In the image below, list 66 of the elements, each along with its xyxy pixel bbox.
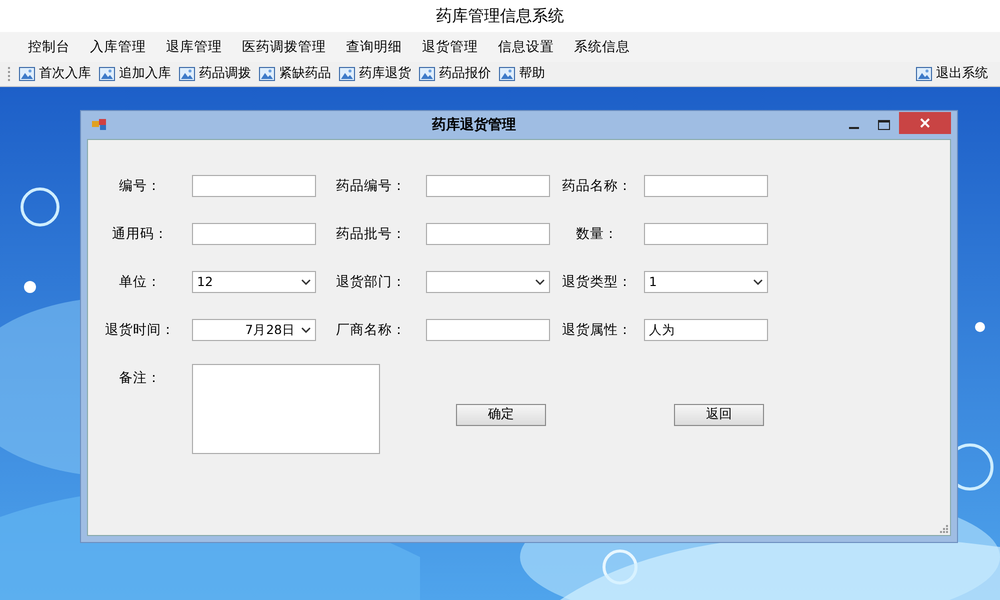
toolbar-button[interactable]: 药库退货 [335,64,415,84]
image-icon [179,67,195,81]
date-picker[interactable]: 7月28日 [192,319,316,341]
toolbar-button[interactable]: 药品调拨 [175,64,255,84]
image-icon [259,67,275,81]
field-label: 厂商名称： [335,320,407,340]
toolbar-button[interactable]: 帮助 [495,64,549,84]
caret-icon [301,279,311,285]
dialog-button[interactable]: 确定 [456,404,546,426]
menu-item[interactable]: 退库管理 [156,32,232,62]
field-label: 药品名称： [561,176,633,196]
field-label: 退货类型： [561,272,633,292]
caret-icon [753,279,763,285]
remarks-field[interactable] [192,364,380,454]
image-icon [419,67,435,81]
input-field[interactable] [644,175,768,197]
menu-item[interactable]: 信息设置 [488,32,564,62]
image-icon [339,67,355,81]
field-label: 退货时间： [104,320,176,340]
field-label: 数量： [575,224,619,244]
menu-item[interactable]: 医药调拨管理 [232,32,336,62]
selected-value: 12 [197,272,213,291]
image-icon [916,67,932,81]
menu-item[interactable]: 入库管理 [80,32,156,62]
input-field[interactable] [192,223,316,245]
image-icon [19,67,35,81]
field-label: 编号： [118,176,162,196]
image-icon [99,67,115,81]
toolbar-grip-icon [8,66,11,82]
toolbar-button[interactable]: 退出系统 [912,64,992,84]
input-field[interactable]: 人为 [644,319,768,341]
input-field[interactable] [426,223,550,245]
input-field[interactable] [426,175,550,197]
image-icon [499,67,515,81]
field-label: 药品批号： [335,224,407,244]
dialog-button[interactable]: 返回 [674,404,764,426]
close-icon [920,118,930,128]
menu-item[interactable]: 控制台 [18,32,80,62]
field-label: 通用码： [111,224,169,244]
toolbar-button[interactable]: 追加入库 [95,64,175,84]
toolbar-button[interactable]: 药品报价 [415,64,495,84]
input-field[interactable] [426,319,550,341]
resize-grip-icon [940,525,948,533]
toolbar-button[interactable]: 紧缺药品 [255,64,335,84]
caret-icon [301,327,311,333]
menu-item[interactable]: 查询明细 [336,32,412,62]
app-icon [91,118,109,132]
field-label: 退货属性： [561,320,633,340]
toolbar-button[interactable]: 首次入库 [15,64,95,84]
field-label: 药品编号： [335,176,407,196]
field-label: 退货部门： [335,272,407,292]
menu-item[interactable]: 系统信息 [564,32,640,62]
close-button[interactable] [899,112,951,134]
dropdown[interactable]: 1 [644,271,768,293]
field-label: 备注： [118,369,162,388]
caret-icon [535,279,545,285]
field-label: 单位： [118,272,162,292]
selected-value: 1 [649,272,657,291]
input-field[interactable] [644,223,768,245]
menu-item[interactable]: 退货管理 [412,32,488,62]
dropdown[interactable]: 12 [192,271,316,293]
dialog-title: 药库退货管理 [431,116,517,134]
input-field[interactable] [192,175,316,197]
date-value: 7月28日 [245,320,295,339]
field-value: 人为 [649,320,675,339]
dropdown[interactable] [426,271,550,293]
